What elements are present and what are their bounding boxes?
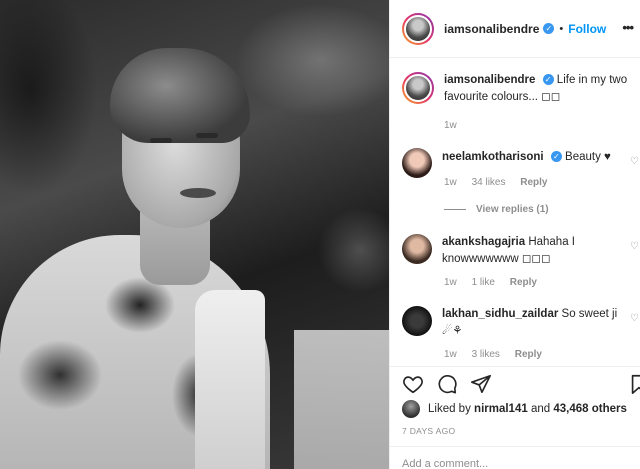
follow-button[interactable]: Follow	[568, 22, 606, 36]
comment-meta: 1w 3 likes Reply	[444, 349, 554, 360]
caption: iamsonalibendre ✓ Life in my two favouri…	[402, 72, 634, 106]
caption-meta: 1w	[444, 120, 469, 131]
reply-button[interactable]: Reply	[520, 177, 547, 188]
liker-username[interactable]: nirmal141	[474, 403, 528, 415]
view-replies-button[interactable]: View replies (1)	[444, 204, 549, 215]
commenter-avatar[interactable]	[402, 148, 432, 178]
commenter-username[interactable]: akankshagajria	[442, 236, 525, 248]
likes-prefix: Liked by	[428, 403, 471, 415]
bookmark-icon[interactable]	[628, 373, 640, 395]
action-bar	[390, 366, 640, 402]
verified-badge-icon: ✓	[542, 74, 554, 86]
comment-likes[interactable]: 34 likes	[472, 177, 506, 188]
comment-like-icon[interactable]: ♡	[630, 156, 639, 167]
left-eye	[150, 138, 172, 143]
blouse	[195, 290, 265, 469]
comment-icon[interactable]	[436, 373, 458, 395]
more-options-icon[interactable]: •••	[622, 20, 634, 35]
add-comment-input[interactable]: Add a comment...	[390, 446, 640, 469]
post-header: iamsonalibendre ✓ • Follow •••	[390, 0, 640, 58]
reply-button[interactable]: Reply	[515, 349, 542, 360]
comment-like-icon[interactable]: ♡	[630, 241, 639, 252]
comment-text: Beauty ♥	[565, 151, 611, 163]
heart-icon[interactable]	[402, 373, 424, 395]
background-window	[294, 330, 389, 469]
likes-conjunction: and	[530, 403, 551, 415]
separator-dot: •	[559, 22, 564, 35]
comment-item: akankshagajria Hahaha I knowwwwwww ◻◻◻	[402, 234, 634, 268]
caption-time[interactable]: 1w	[444, 120, 457, 131]
likes-count[interactable]: 43,468 others	[553, 403, 627, 415]
comment-meta: 1w 34 likes Reply	[444, 177, 560, 188]
liker-avatar[interactable]	[402, 400, 420, 418]
commenter-avatar[interactable]	[402, 234, 432, 264]
commenter-username[interactable]: lakhan_sidhu_zaildar	[442, 308, 558, 320]
comment-time[interactable]: 1w	[444, 277, 457, 288]
caption-avatar[interactable]	[402, 72, 434, 104]
commenter-avatar[interactable]	[402, 306, 432, 336]
comment-time[interactable]: 1w	[444, 177, 457, 188]
commenter-username[interactable]: neelamkotharisoni	[442, 151, 544, 163]
comment-like-icon[interactable]: ♡	[630, 313, 639, 324]
caption-username[interactable]: iamsonalibendre	[444, 74, 535, 86]
view-replies-label: View replies (1)	[476, 204, 549, 215]
right-eye	[196, 133, 218, 138]
author-username[interactable]: iamsonalibendre	[444, 22, 539, 36]
comment-time[interactable]: 1w	[444, 349, 457, 360]
post-timestamp[interactable]: 7 DAYS AGO	[402, 426, 455, 436]
post-side-panel: iamsonalibendre ✓ • Follow ••• iamsonali…	[389, 0, 640, 469]
comment-likes[interactable]: 3 likes	[472, 349, 500, 360]
share-icon[interactable]	[470, 373, 492, 395]
verified-badge-icon: ✓	[550, 151, 562, 163]
comment-item: neelamkotharisoni ✓ Beauty ♥	[402, 148, 634, 178]
comments-list[interactable]: iamsonalibendre ✓ Life in my two favouri…	[390, 58, 640, 366]
reply-button[interactable]: Reply	[510, 277, 537, 288]
likes-summary: Liked by nirmal141 and 43,468 others	[402, 400, 627, 418]
comment-likes[interactable]: 1 like	[472, 277, 495, 288]
verified-badge-icon: ✓	[543, 23, 555, 34]
post-image[interactable]	[0, 0, 389, 469]
comment-meta: 1w 1 like Reply	[444, 277, 549, 288]
comment-item: lakhan_sidhu_zaildar So sweet ji ☄⚘	[402, 306, 634, 340]
lips	[180, 188, 216, 198]
author-avatar[interactable]	[402, 12, 434, 45]
